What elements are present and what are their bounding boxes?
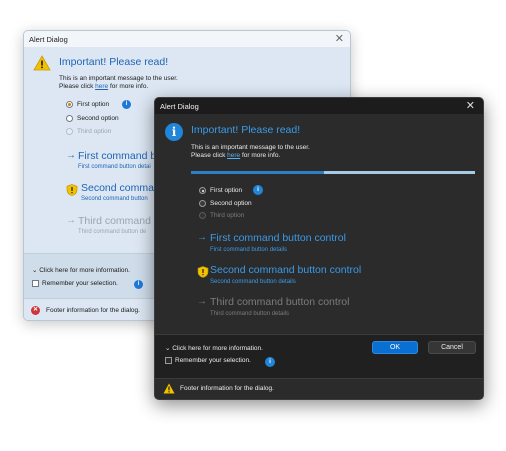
dark-radio-first-label: First option [210, 187, 243, 194]
light-title-bar[interactable]: Alert Dialog ✕ [24, 31, 350, 47]
warning-icon [163, 383, 175, 394]
dark-command-first[interactable]: → First command button control First com… [197, 232, 346, 253]
dark-message-pre: Please click [191, 152, 228, 159]
dark-checkbox-label: Remember your selection. [175, 357, 251, 364]
dark-radio-first-dot[interactable] [199, 187, 206, 194]
dark-dialog-title: Alert Dialog [160, 102, 199, 111]
dark-message-post: for more info. [240, 152, 281, 159]
light-radio-second-label: Second option [77, 115, 119, 122]
light-command-first[interactable]: → First command b First command button d… [66, 150, 156, 170]
light-message: This is an important message to the user… [59, 75, 178, 91]
light-command-second-detail: Second command button [81, 196, 148, 202]
light-radio-third: Third option [66, 128, 111, 135]
dark-command-second-title: Second command button control [210, 264, 362, 276]
light-here-link[interactable]: here [95, 83, 108, 90]
light-command-second-title: Second comman [81, 182, 160, 194]
light-option-info-icon[interactable]: i [122, 100, 131, 109]
light-message-post: for more info. [108, 83, 149, 90]
light-message-line1: This is an important message to the user… [59, 75, 178, 82]
dark-title-bar[interactable]: Alert Dialog ✕ [155, 98, 483, 114]
dark-checkbox-info-icon[interactable]: i [265, 357, 275, 367]
dark-message: This is an important message to the user… [191, 144, 310, 160]
light-checkbox-box[interactable] [32, 280, 39, 287]
light-radio-first-dot[interactable] [66, 101, 73, 108]
cancel-button[interactable]: Cancel [428, 341, 476, 354]
dark-command-third: → Third command button control Third com… [197, 296, 349, 317]
dark-radio-second-dot[interactable] [199, 200, 206, 207]
arrow-right-icon: → [66, 215, 76, 226]
dark-expander-label: Click here for more information. [172, 345, 263, 352]
dark-radio-second-label: Second option [210, 200, 252, 207]
dark-radio-first[interactable]: First option [199, 187, 242, 194]
arrow-right-icon: → [66, 150, 76, 161]
dark-message-line2: Please click here for more info. [191, 152, 310, 160]
dark-command-first-title: First command button control [210, 232, 346, 244]
light-radio-third-label: Third option [77, 128, 112, 135]
light-radio-third-dot [66, 128, 73, 135]
light-radio-second-dot[interactable] [66, 115, 73, 122]
dark-radio-second[interactable]: Second option [199, 200, 252, 207]
dark-heading: Important! Please read! [191, 124, 301, 136]
light-command-third: → Third command b Third command button d… [66, 215, 160, 235]
dark-radio-third-dot [199, 212, 206, 219]
dark-option-info-icon[interactable]: i [253, 185, 263, 195]
light-command-third-title: Third command b [78, 215, 160, 227]
chevron-down-icon: ⌄ [32, 267, 38, 274]
light-remember-checkbox[interactable]: Remember your selection. [32, 280, 118, 287]
arrow-right-icon: → [197, 296, 207, 307]
light-command-first-title: First command b [78, 150, 157, 162]
info-icon: i [165, 123, 183, 141]
dark-command-third-detail: Third command button details [210, 311, 290, 317]
shield-icon [197, 266, 209, 278]
light-close-icon[interactable]: ✕ [335, 32, 344, 45]
dark-command-second[interactable]: Second command button control Second com… [197, 264, 361, 285]
dark-footer-text: Footer information for the dialog. [180, 385, 274, 392]
light-radio-second[interactable]: Second option [66, 115, 119, 122]
light-expander-label: Click here for more information. [39, 267, 130, 274]
light-command-first-detail: First command button detai [78, 164, 151, 170]
light-command-second[interactable]: Second comman Second command button [66, 182, 160, 202]
dark-radio-third-label: Third option [210, 212, 245, 219]
dark-checkbox-box[interactable] [165, 357, 172, 364]
dark-close-icon[interactable]: ✕ [466, 99, 475, 112]
dark-here-link[interactable]: here [227, 152, 240, 159]
dark-radio-third: Third option [199, 212, 244, 219]
light-command-third-detail: Third command button de [78, 229, 147, 235]
shield-icon [66, 184, 78, 196]
dark-message-line1: This is an important message to the user… [191, 144, 310, 151]
light-radio-first-label: First option [77, 101, 110, 108]
dark-alert-dialog: Alert Dialog ✕ i Important! Please read!… [154, 97, 484, 400]
chevron-down-icon: ⌄ [165, 345, 171, 352]
dark-command-second-detail: Second command button details [210, 279, 296, 285]
light-checkbox-info-icon[interactable]: i [134, 280, 143, 289]
arrow-right-icon: → [197, 232, 207, 243]
light-message-line2: Please click here for more info. [59, 83, 178, 91]
dark-remember-checkbox[interactable]: Remember your selection. [165, 357, 251, 364]
light-radio-first[interactable]: First option [66, 101, 109, 108]
dark-progress-bar [191, 171, 475, 174]
ok-button[interactable]: OK [372, 341, 418, 354]
dark-progress-fill [191, 171, 325, 174]
light-heading: Important! Please read! [59, 56, 169, 68]
dark-command-first-detail: First command button details [210, 247, 288, 253]
error-icon: ✕ [31, 306, 40, 315]
dark-command-third-title: Third command button control [210, 296, 350, 308]
light-dialog-title: Alert Dialog [29, 35, 68, 44]
light-expander[interactable]: ⌄ Click here for more information. [32, 266, 130, 274]
warning-icon [33, 55, 51, 71]
light-footer-text: Footer information for the dialog. [46, 307, 140, 314]
dark-expander[interactable]: ⌄ Click here for more information. [165, 344, 263, 352]
light-message-pre: Please click [59, 83, 96, 90]
light-checkbox-label: Remember your selection. [42, 280, 118, 287]
